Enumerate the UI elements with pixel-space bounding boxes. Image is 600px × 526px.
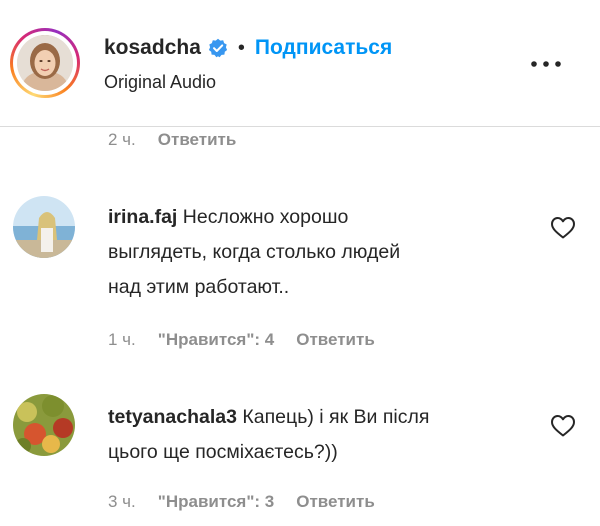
avatar[interactable]	[13, 196, 75, 258]
comment-meta: 2 ч. Ответить	[108, 130, 236, 150]
comment-author-link[interactable]: tetyanachala3	[108, 406, 237, 428]
reply-button[interactable]: Ответить	[296, 492, 375, 512]
comment-text-line: Несложно хорошо	[182, 206, 349, 228]
story-ring[interactable]	[10, 28, 80, 98]
comment-body: irina.faj Несложно хорошо выглядеть, ког…	[108, 200, 548, 305]
comment-meta: 3 ч. "Нравится": 3 Ответить	[108, 492, 375, 512]
reply-button[interactable]: Ответить	[296, 330, 375, 350]
separator-dot: •	[237, 36, 245, 59]
verified-badge-icon	[208, 38, 227, 58]
heart-icon[interactable]	[550, 216, 576, 240]
audio-link[interactable]: Original Audio	[104, 72, 216, 93]
comment-time[interactable]: 2 ч.	[108, 130, 136, 150]
avatar[interactable]	[17, 35, 73, 91]
comment-body: tetyanachala3 Капець) і як Ви після цьог…	[108, 400, 548, 470]
comment-text-line: цього ще посміхаєтесь?))	[108, 441, 338, 463]
avatar[interactable]	[13, 394, 75, 456]
comment-author-link[interactable]: irina.faj	[108, 206, 177, 228]
comment-time[interactable]: 3 ч.	[108, 492, 136, 512]
reply-button[interactable]: Ответить	[158, 130, 237, 150]
comment-meta: 1 ч. "Нравится": 4 Ответить	[108, 330, 375, 350]
comment-text-line: Капець) і як Ви після	[242, 406, 430, 428]
comment-text-line: над этим работают..	[108, 276, 290, 298]
likes-count[interactable]: "Нравится": 4	[158, 330, 274, 350]
comment-text-line: выглядеть, когда столько людей	[108, 241, 401, 263]
likes-count[interactable]: "Нравится": 3	[158, 492, 274, 512]
follow-button[interactable]: Подписаться	[255, 36, 392, 60]
comments-panel: kosadcha • Подписаться Original Audio 2 …	[0, 0, 600, 526]
username-link[interactable]: kosadcha	[104, 36, 201, 60]
more-horizontal-icon[interactable]	[528, 54, 564, 74]
username-row: kosadcha • Подписаться	[104, 34, 392, 62]
comment-time[interactable]: 1 ч.	[108, 330, 136, 350]
heart-icon[interactable]	[550, 414, 576, 438]
post-header: kosadcha • Подписаться Original Audio	[0, 0, 600, 127]
